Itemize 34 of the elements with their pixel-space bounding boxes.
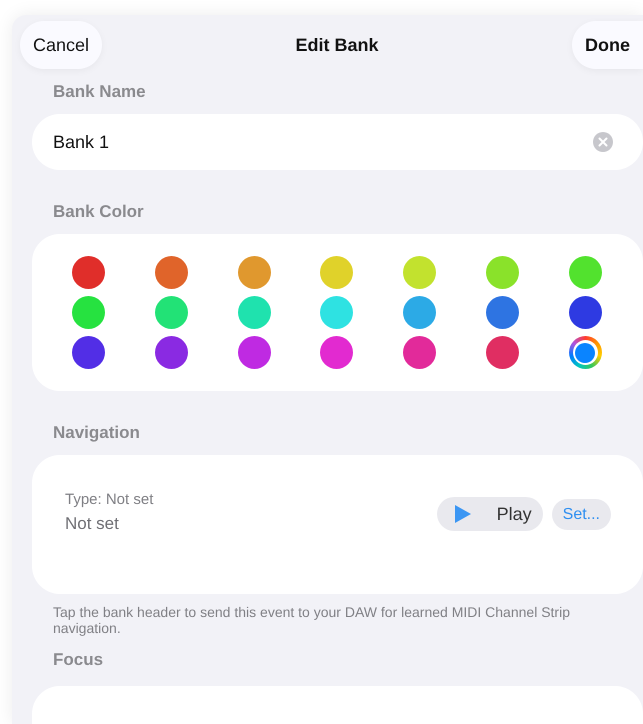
color-swatch[interactable] xyxy=(238,336,271,369)
color-swatch[interactable] xyxy=(403,296,436,329)
color-swatch[interactable] xyxy=(486,336,520,369)
color-swatch[interactable] xyxy=(72,296,105,329)
section-label: Focus xyxy=(52,650,104,670)
color-swatch[interactable] xyxy=(486,256,520,289)
section-label: Bank Name xyxy=(52,82,147,102)
color-swatch[interactable] xyxy=(320,296,354,329)
color-swatch[interactable] xyxy=(403,336,436,369)
play-button[interactable]: Play xyxy=(436,497,543,531)
color-swatch[interactable] xyxy=(320,256,354,289)
navigation-value: Not set xyxy=(65,514,120,534)
color-swatch[interactable] xyxy=(486,296,520,329)
custom-color-swatch[interactable] xyxy=(568,336,602,369)
sheet-title: Edit Bank xyxy=(296,34,379,56)
color-swatch[interactable] xyxy=(154,256,188,289)
cancel-button[interactable]: Cancel xyxy=(20,21,102,69)
color-swatch[interactable] xyxy=(238,256,271,289)
color-swatch[interactable] xyxy=(568,256,602,289)
color-swatch[interactable] xyxy=(154,296,188,329)
type-label: Type: Not set xyxy=(65,491,154,508)
color-swatch[interactable] xyxy=(568,296,602,329)
section-label: Navigation xyxy=(52,423,141,443)
color-swatch[interactable] xyxy=(154,336,188,369)
color-swatch[interactable] xyxy=(320,336,354,369)
color-swatch[interactable] xyxy=(238,296,271,329)
section-label: Bank Color xyxy=(52,202,145,222)
footnote: Tap the bank header to send this event to your DAW for learned MIDI Channel Strip navigation. xyxy=(53,604,571,636)
play-icon xyxy=(454,505,471,523)
bank-name-field[interactable]: Bank 1 xyxy=(32,114,643,170)
done-button[interactable]: Done xyxy=(572,21,643,69)
color-swatch[interactable] xyxy=(403,256,436,289)
color-swatch[interactable] xyxy=(72,256,105,289)
color-swatch[interactable] xyxy=(72,336,105,369)
